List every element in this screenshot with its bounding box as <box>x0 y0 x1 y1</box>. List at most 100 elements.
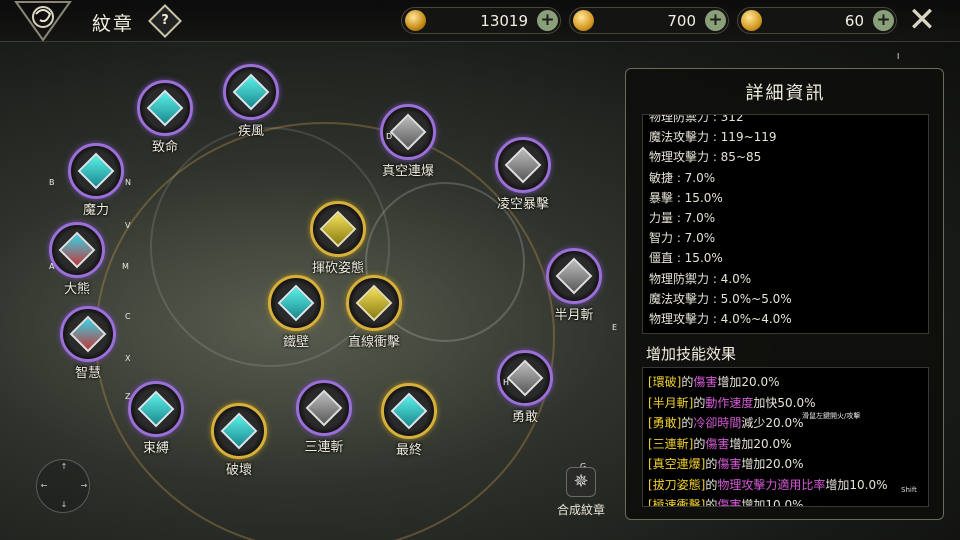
emblem-label: 疾風 <box>237 124 264 139</box>
key-hint: I <box>897 52 900 61</box>
emblem-label: 魔力 <box>82 203 109 218</box>
arrow-up-icon: ↑ <box>60 462 68 471</box>
add-currency-button[interactable]: + <box>537 10 558 31</box>
stat-row: 敏捷 : 7.0% <box>649 170 716 185</box>
detail-panel: 詳細資訊 物理防禦力 : 312 魔法攻擊力 : 119~119 物理攻擊力 : 8… <box>625 68 944 520</box>
stat-row: 智力 : 7.0% <box>649 231 716 246</box>
emblem-label: 最終 <box>395 443 422 458</box>
effect-attribute: 動作速度 <box>705 395 754 410</box>
emblem-node[interactable] <box>310 201 366 257</box>
dragon-emblem-icon <box>14 1 72 42</box>
key-hint: V <box>125 221 131 230</box>
synthesize-emblem-icon: ✵ <box>566 467 596 497</box>
effect-attribute: 傷害 <box>717 457 742 471</box>
emblem-node[interactable] <box>296 380 352 436</box>
emblem-node[interactable] <box>495 137 551 193</box>
emblem-key-hint: H <box>503 378 510 387</box>
emblem-label: 束縛 <box>142 441 169 456</box>
effect-row: [半月斬]的動作速度加快50.0% <box>648 393 928 414</box>
emblem-node[interactable]: D <box>380 104 436 160</box>
add-currency-button[interactable]: + <box>705 10 726 31</box>
top-bar: 紋章 ? 13019 + 700 + 60 + ✕ <box>0 0 960 42</box>
effects-title: 增加技能效果 <box>646 345 737 363</box>
emblem-node[interactable] <box>223 64 279 120</box>
emblem-node[interactable] <box>128 381 184 437</box>
add-currency-button[interactable]: + <box>873 10 894 31</box>
effect-skill: [真空連爆] <box>648 457 706 471</box>
currency-value: 700 <box>667 12 696 30</box>
effect-attribute: 物理攻擊力適用比率 <box>717 477 826 492</box>
effect-attribute: 傷害 <box>705 436 730 451</box>
emblem-node[interactable] <box>211 403 267 459</box>
effect-connector: 的 <box>693 436 706 451</box>
emblem-label: 勇敢 <box>511 410 538 425</box>
emblem-node[interactable] <box>381 383 437 439</box>
currency-value: 13019 <box>480 12 528 30</box>
effect-skill: [拔刀姿態] <box>648 477 706 492</box>
close-button[interactable]: ✕ <box>905 3 939 39</box>
currency-medal: 700 + <box>569 7 729 34</box>
effect-skill: [半月斬] <box>648 395 694 410</box>
effect-value: 增加20.0% <box>741 457 804 471</box>
effect-value: 增加10.0% <box>741 498 804 507</box>
emblem-key-hint: D <box>386 132 393 141</box>
emblem-node[interactable] <box>346 275 402 331</box>
effect-value: 減少20.0% <box>741 416 804 430</box>
emblem-node[interactable] <box>68 143 124 199</box>
stat-list-box[interactable]: 物理防禦力 : 312 魔法攻擊力 : 119~119 物理攻擊力 : 85~85 敏… <box>642 114 929 334</box>
synthesize-emblem-button[interactable]: ✵ 合成紋章 <box>556 467 606 518</box>
effect-attribute: 傷害 <box>693 375 718 389</box>
arrow-right-icon: → <box>80 481 88 490</box>
emblem-label: 致命 <box>151 140 178 155</box>
spiral-coin-icon <box>405 10 426 31</box>
emblem-node[interactable] <box>60 306 116 362</box>
key-hint: X <box>125 354 131 363</box>
emblem-node[interactable]: H <box>497 350 553 406</box>
emblem-node[interactable] <box>268 275 324 331</box>
effect-value: 增加20.0% <box>729 436 792 451</box>
effect-skill: [環破] <box>648 375 682 389</box>
stat-row: 魔法攻擊力 : 119~119 <box>649 130 777 145</box>
effect-connector: 的 <box>705 498 718 507</box>
emblem-label: 直線衝擊 <box>347 335 400 350</box>
effect-skill: [勇敢] <box>648 416 682 430</box>
stat-row: 暴擊 : 15.0% <box>649 190 723 205</box>
effect-connector: 的 <box>705 457 718 471</box>
stat-row: 物理防禦力 : 4.0% <box>649 271 752 286</box>
effects-list-box[interactable]: [環破]的傷害增加20.0% [半月斬]的動作速度加快50.0% [勇敢]的冷卻時間… <box>642 367 929 507</box>
emblem-label: 大熊 <box>63 282 90 297</box>
currency-spiral: 13019 + <box>401 7 561 34</box>
emblem-node[interactable] <box>137 80 193 136</box>
emblem-label: 揮砍姿態 <box>311 261 364 276</box>
emblem-node[interactable] <box>546 248 602 304</box>
effect-value: 增加20.0% <box>717 375 780 389</box>
shift-key-hint: Shift <box>901 486 917 494</box>
virtual-joystick[interactable]: ↑ ↓ ← → <box>36 459 90 513</box>
effects-list: [環破]的傷害增加20.0% [半月斬]的動作速度加快50.0% [勇敢]的冷卻時間… <box>648 372 928 507</box>
effect-connector: 的 <box>693 395 706 410</box>
key-hint: C <box>125 312 131 321</box>
effect-connector: 的 <box>705 477 718 492</box>
stat-row: 物理防禦力 : 312 <box>649 114 744 124</box>
key-hint: Z <box>125 392 131 401</box>
help-button[interactable]: ? <box>148 4 182 38</box>
effect-attribute: 冷卻時間 <box>693 416 742 430</box>
effect-row: [環破]的傷害增加20.0% <box>648 372 928 393</box>
emblem-label: 凌空暴擊 <box>496 197 549 212</box>
effect-value: 加快50.0% <box>753 395 816 410</box>
effect-row: [極速衝擊]的傷害增加10.0% <box>648 495 928 507</box>
stat-row: 物理攻擊力 : 4.0%~4.0% <box>649 311 792 326</box>
effect-row: [拔刀姿態]的物理攻擊力適用比率增加10.0% <box>648 475 928 496</box>
emblem-label: 真空連爆 <box>381 164 434 179</box>
key-hint: B <box>49 178 55 187</box>
panel-title: 詳細資訊 <box>745 83 826 104</box>
effect-attribute: 傷害 <box>717 498 742 507</box>
stat-list: 物理防禦力 : 312 魔法攻擊力 : 119~119 物理攻擊力 : 85~85 敏… <box>649 114 924 329</box>
emblem-label: 半月斬 <box>554 308 594 323</box>
gold-medal-icon <box>573 10 594 31</box>
help-icon: ? <box>161 13 169 28</box>
effect-connector: 的 <box>681 416 694 430</box>
emblem-label: 智慧 <box>74 366 101 381</box>
gold-coin-icon <box>741 10 762 31</box>
emblem-node[interactable] <box>49 222 105 278</box>
